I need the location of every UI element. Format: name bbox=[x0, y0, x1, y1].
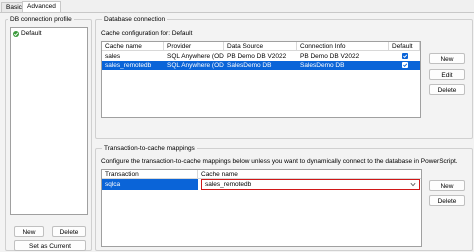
tab-strip: Basic Advanced bbox=[0, 0, 474, 13]
column-header-cache-name[interactable]: Cache name bbox=[102, 42, 164, 51]
mapping-delete-button[interactable]: Delete bbox=[429, 195, 465, 206]
cache-name-dropdown[interactable]: sales_remotedb bbox=[201, 179, 420, 190]
default-checkbox[interactable] bbox=[402, 53, 408, 59]
advanced-panel: DB connection profile Default New Delete… bbox=[0, 12, 474, 252]
profile-item-label: Default bbox=[21, 30, 42, 37]
transaction-mapping-title: Transaction-to-cache mappings bbox=[102, 144, 197, 153]
cache-table: Cache name Provider Data Source Connecti… bbox=[101, 41, 421, 118]
column-header-connection-info[interactable]: Connection Info bbox=[297, 42, 389, 51]
cache-config-label: Cache configuration for: Default bbox=[101, 30, 193, 37]
table-row[interactable]: sales SQL Anywhere (ODBC) PB Demo DB V20… bbox=[102, 52, 420, 61]
provider-cell: SQL Anywhere (ODBC) bbox=[167, 53, 224, 60]
connection-info-cell: PB Demo DB V2022 bbox=[300, 53, 360, 60]
default-checkbox[interactable] bbox=[402, 62, 408, 68]
database-connection-title: Database connection bbox=[102, 15, 168, 24]
mapping-description: Configure the transaction-to-cache mappi… bbox=[101, 158, 458, 165]
data-source-cell: PB Demo DB V2022 bbox=[227, 53, 287, 60]
column-header-default[interactable]: Default bbox=[389, 42, 420, 51]
cache-name-cell: sales_remotedb bbox=[105, 62, 152, 69]
column-header-transaction[interactable]: Transaction bbox=[102, 170, 198, 179]
check-circle-icon bbox=[13, 31, 19, 37]
provider-cell: SQL Anywhere (ODBC) bbox=[167, 62, 224, 69]
column-header-data-source[interactable]: Data Source bbox=[224, 42, 297, 51]
table-row-selected[interactable]: sales_remotedb SQL Anywhere (ODBC) Sales… bbox=[102, 61, 420, 70]
db-new-button[interactable]: New bbox=[429, 53, 465, 64]
cache-name-dropdown-value: sales_remotedb bbox=[205, 181, 252, 188]
db-delete-button[interactable]: Delete bbox=[429, 84, 465, 95]
mapping-table: Transaction Cache name sqlca sales_remot… bbox=[101, 169, 422, 247]
set-as-current-button[interactable]: Set as Current bbox=[14, 240, 86, 251]
transaction-mapping-group: Transaction-to-cache mappings Configure … bbox=[95, 144, 473, 251]
db-edit-button[interactable]: Edit bbox=[429, 69, 465, 80]
data-source-cell: SalesDemo DB bbox=[227, 62, 272, 69]
column-header-provider[interactable]: Provider bbox=[164, 42, 224, 51]
profile-group-title: DB connection profile bbox=[8, 15, 74, 24]
chevron-down-icon bbox=[410, 182, 416, 187]
profile-group: DB connection profile Default New Delete… bbox=[5, 15, 92, 251]
column-header-cache-name[interactable]: Cache name bbox=[198, 170, 421, 179]
profile-list[interactable]: Default bbox=[10, 27, 88, 215]
table-row[interactable]: sqlca sales_remotedb bbox=[102, 179, 421, 190]
cache-name-cell: sales bbox=[105, 53, 121, 60]
transaction-cell: sqlca bbox=[102, 179, 198, 190]
profile-delete-button[interactable]: Delete bbox=[52, 226, 86, 237]
mapping-new-button[interactable]: New bbox=[429, 180, 465, 191]
connection-info-cell: SalesDemo DB bbox=[300, 62, 345, 69]
database-connection-group: Database connection Cache configuration … bbox=[95, 15, 473, 139]
profile-new-button[interactable]: New bbox=[14, 226, 44, 237]
